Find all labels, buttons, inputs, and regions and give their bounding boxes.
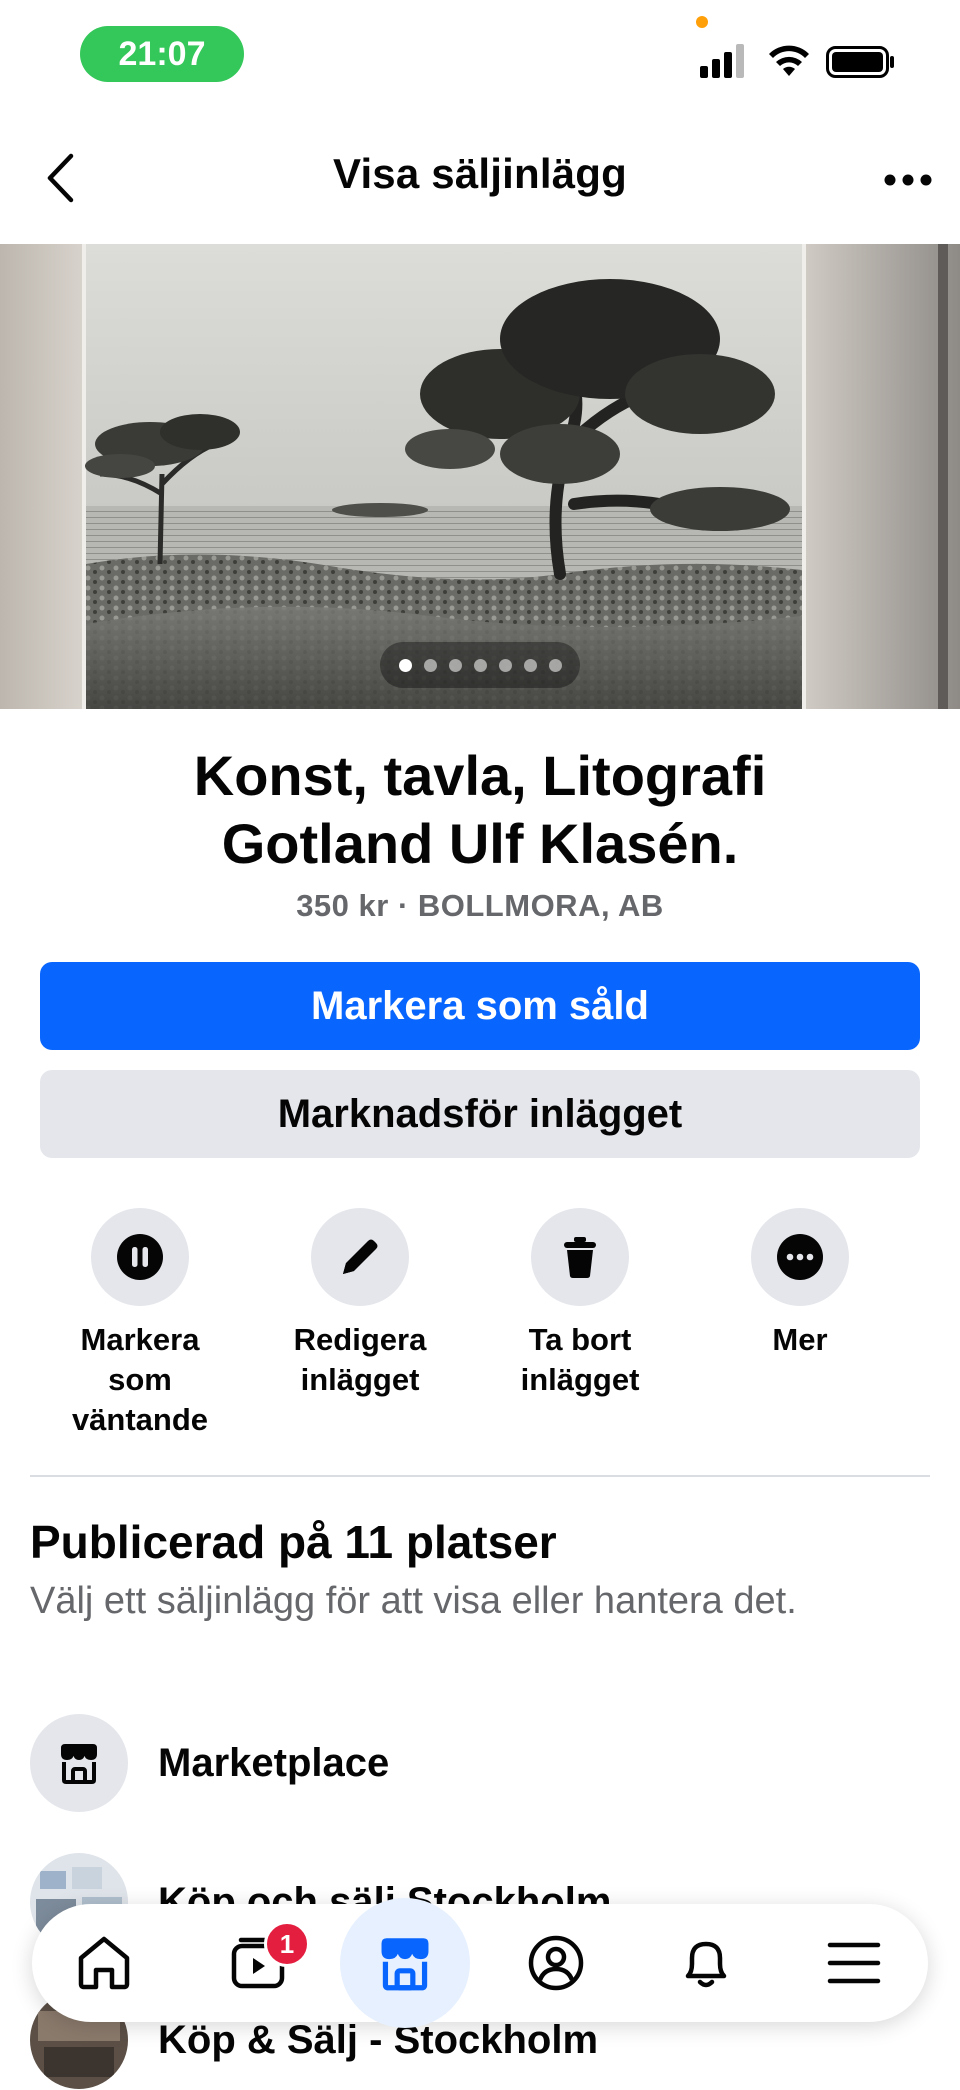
- marketplace-icon: [381, 1938, 429, 1991]
- delete-listing-label: Ta bort inlägget: [480, 1320, 680, 1400]
- listing-actions: Markera som väntande Redigera inlägget T…: [40, 1208, 920, 1448]
- ellipsis-icon: [884, 174, 932, 186]
- pager-dot: [448, 658, 462, 672]
- pager-dot: [473, 658, 487, 672]
- mark-pending-label: Markera som väntande: [40, 1320, 240, 1440]
- delete-listing-label-line: inlägget: [520, 1362, 640, 1397]
- published-place-marketplace[interactable]: Marketplace: [30, 1713, 930, 1813]
- delete-listing-label-line: Ta bort: [528, 1322, 632, 1357]
- store-icon-circle: [30, 1714, 128, 1812]
- pager-dot: [548, 658, 562, 672]
- tab-notifications[interactable]: [656, 1913, 756, 2013]
- page-title: Visa säljinlägg: [332, 150, 628, 197]
- more-icon: [777, 1234, 823, 1280]
- more-options-button[interactable]: [878, 150, 938, 210]
- pencil-icon: [343, 1239, 378, 1274]
- more-action-label-line: Mer: [772, 1322, 828, 1357]
- promote-listing-button[interactable]: Marknadsför inlägget: [40, 1070, 920, 1158]
- status-time: 21:07: [80, 26, 244, 82]
- edit-listing-label-line: Redigera: [293, 1322, 427, 1357]
- more-action-label: Mer: [700, 1320, 900, 1360]
- more-action-button[interactable]: [751, 1208, 849, 1306]
- tab-marketplace[interactable]: [340, 1898, 470, 2028]
- trash-icon: [564, 1237, 596, 1278]
- menu-icon: [827, 1942, 881, 1984]
- mark-pending-label-line: väntande: [71, 1402, 209, 1437]
- photo-pager: [380, 642, 580, 688]
- tab-profile[interactable]: [506, 1913, 606, 2013]
- place-label: Köp & Sälj - Stockholm: [158, 2017, 599, 2062]
- place-label: Marketplace: [158, 1740, 390, 1785]
- bottom-tab-bar: 1: [32, 1898, 928, 2028]
- mark-pending-action[interactable]: Markera som väntande: [40, 1208, 240, 1440]
- home-icon: [78, 1936, 130, 1990]
- profile-icon: [528, 1935, 584, 1991]
- mark-pending-label-line: Markera: [80, 1322, 200, 1357]
- pager-dot: [498, 658, 512, 672]
- section-divider: [30, 1475, 930, 1477]
- listing-title-line-1: Konst, tavla, Litografi: [193, 744, 767, 807]
- cellular-signal-icon: [700, 44, 744, 78]
- mark-as-sold-button[interactable]: Markera som såld: [40, 962, 920, 1050]
- wifi-icon: [769, 45, 809, 76]
- status-bar: 21:07: [0, 0, 960, 110]
- more-action[interactable]: Mer: [700, 1208, 900, 1360]
- listing-title: Konst, tavla, Litografi Gotland Ulf Klas…: [60, 742, 900, 878]
- pager-dot: [398, 658, 412, 672]
- delete-listing-action[interactable]: Ta bort inlägget: [480, 1208, 680, 1400]
- top-nav-bar: Visa säljinlägg: [0, 110, 960, 244]
- tab-video[interactable]: 1: [208, 1913, 310, 2013]
- edit-listing-button[interactable]: [311, 1208, 409, 1306]
- pause-icon: [117, 1234, 163, 1280]
- published-title: Publicerad på 11 platser: [30, 1516, 557, 1568]
- listing-photo-carousel[interactable]: [0, 244, 960, 709]
- mark-pending-button[interactable]: [91, 1208, 189, 1306]
- delete-listing-button[interactable]: [531, 1208, 629, 1306]
- privacy-indicator-dot: [696, 16, 708, 28]
- battery-icon: [826, 46, 894, 78]
- tab-home[interactable]: [54, 1913, 154, 2013]
- bell-icon: [685, 1941, 727, 1988]
- pager-dot: [423, 658, 437, 672]
- store-icon: [61, 1744, 97, 1784]
- listing-price-location: 350 kr · BOLLMORA, AB: [296, 888, 664, 923]
- published-subtitle: Välj ett säljinlägg för att visa eller h…: [30, 1580, 797, 1622]
- edit-listing-label: Redigera inlägget: [260, 1320, 460, 1400]
- tab-menu[interactable]: [804, 1913, 904, 2013]
- video-notification-badge: 1: [264, 1921, 310, 1967]
- listing-title-line-2: Gotland Ulf Klasén.: [221, 812, 739, 875]
- pager-dot: [523, 658, 537, 672]
- edit-listing-action[interactable]: Redigera inlägget: [260, 1208, 460, 1400]
- listing-photo: [0, 244, 960, 709]
- mark-pending-label-line: som: [108, 1362, 172, 1397]
- edit-listing-label-line: inlägget: [300, 1362, 420, 1397]
